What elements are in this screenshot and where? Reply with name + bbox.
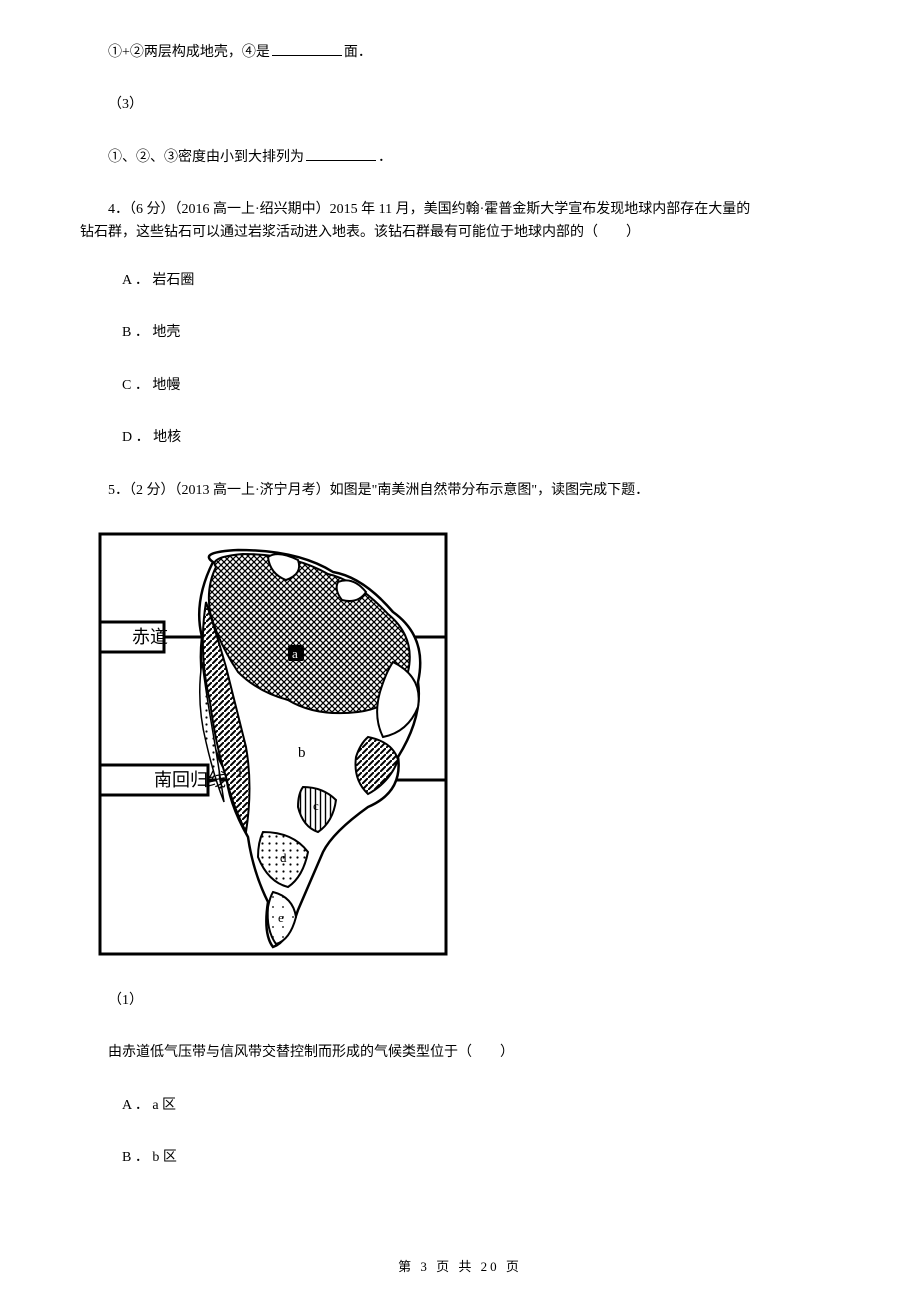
q4-option-b[interactable]: B ． 地壳 (80, 322, 840, 344)
q4-option-c[interactable]: C ． 地幔 (80, 375, 840, 397)
q5-stem: 5．（2 分）（2013 高一上·济宁月考）如图是"南美洲自然带分布示意图"，读… (80, 480, 840, 502)
q2-line1-prefix: ①+②两层构成地壳，④是 (108, 45, 270, 60)
q2-line1-suffix: 面． (344, 45, 372, 60)
q4-option-d[interactable]: D ． 地核 (80, 427, 840, 449)
q5-part1-text: 由赤道低气压带与信风带交替控制而形成的气候类型位于（ ） (80, 1042, 840, 1064)
map-region-b: b (298, 745, 306, 761)
q2-line1: ①+②两层构成地壳，④是 面． (80, 42, 840, 64)
blank-input[interactable] (272, 42, 342, 56)
q4-stem-l2: 钻石群，这些钻石可以通过岩浆活动进入地表。该钻石群最有可能位于地球内部的（ ） (80, 222, 840, 244)
q5-option-a[interactable]: A ． a 区 (80, 1095, 840, 1117)
q5-part1-label: （1） (80, 990, 840, 1012)
map-svg: 赤道 南回归线 a b c d e f (98, 532, 448, 960)
map-region-f: f (238, 765, 243, 780)
page-footer: 第 3 页 共 20 页 (0, 1257, 920, 1278)
q2-part3-text: ①、②、③密度由小到大排列为 ． (80, 147, 840, 169)
map-label-equator: 赤道 (132, 627, 168, 647)
q2-part3-suffix: ． (378, 150, 392, 165)
q4-stem-l1: 4．（6 分）（2016 高一上·绍兴期中）2015 年 11 月，美国约翰·霍… (80, 199, 840, 221)
blank-input[interactable] (306, 147, 376, 161)
map-region-c: c (313, 798, 319, 813)
q2-part3-prefix: ①、②、③密度由小到大排列为 (108, 150, 304, 165)
map-region-a: a (292, 646, 298, 661)
map-region-e: e (278, 910, 284, 925)
q4-option-a[interactable]: A ． 岩石圈 (80, 270, 840, 292)
q4-stem: 4．（6 分）（2016 高一上·绍兴期中）2015 年 11 月，美国约翰·霍… (80, 199, 840, 244)
q5-option-b[interactable]: B ． b 区 (80, 1147, 840, 1169)
q2-part3-label: （3） (80, 94, 840, 116)
map-label-tropic: 南回归线 (154, 770, 226, 790)
map-region-d: d (280, 850, 287, 865)
south-america-map-figure: 赤道 南回归线 a b c d e f (98, 532, 840, 960)
